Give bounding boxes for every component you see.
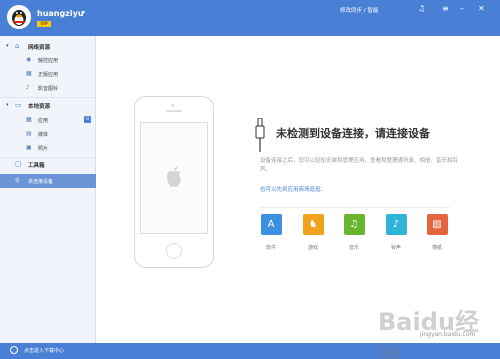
username[interactable]: huangziyu xyxy=(37,9,84,18)
music-disc-icon[interactable]: ♫ xyxy=(343,214,365,235)
sidebar-item-photos[interactable]: ▣ 照片 xyxy=(0,142,96,154)
phone-camera xyxy=(171,104,174,107)
home-icon: ⌂ xyxy=(15,42,20,50)
sidebar: ▾ ⌂ 网络资源 ◉ 触控应用 ▦ 正版应用 ♪ 影音图铃 ▾ ▭ 本地资源 ▦… xyxy=(0,36,96,346)
picture-icon[interactable]: ▨ xyxy=(426,214,448,235)
chevron-down-icon[interactable]: ▾ xyxy=(82,9,85,16)
usb-icon: ⚲ xyxy=(15,177,20,184)
download-icon xyxy=(10,346,18,354)
music-note-icon: ♪ xyxy=(26,84,30,91)
apple-logo-icon xyxy=(167,166,181,187)
phone-home-button xyxy=(166,243,182,259)
photo-icon: ▣ xyxy=(26,144,32,151)
sidebar-item-genuine-apps[interactable]: ▦ 正版应用 xyxy=(0,68,96,80)
sidebar-section-label: 工具箱 xyxy=(28,163,45,169)
category-label: 音乐 xyxy=(348,245,359,251)
status-headline: 未检测到设备连接，请连接设备 xyxy=(276,127,430,140)
category-software[interactable]: A 软件 xyxy=(258,214,284,251)
sidebar-item-label: 媒体 xyxy=(38,132,49,138)
sidebar-item-media[interactable]: ♪ 影音图铃 xyxy=(0,82,96,94)
touch-app-icon: ◉ xyxy=(26,56,32,63)
category-label: 游戏 xyxy=(307,245,318,251)
category-ringtones[interactable]: ♪ 铃声 xyxy=(383,214,409,251)
collapse-arrow-icon[interactable]: ▾ xyxy=(6,43,9,49)
usb-cable-icon xyxy=(255,118,265,152)
monitor-icon: ▭ xyxy=(15,101,22,109)
divider xyxy=(260,207,450,208)
sidebar-section-label: 本地资源 xyxy=(28,104,51,110)
avatar[interactable] xyxy=(7,5,31,29)
download-center-label[interactable]: 点击进入下载中心 xyxy=(24,347,64,354)
sidebar-item-label: 正版应用 xyxy=(38,72,59,78)
watermark-url: jingyan.baidu.com xyxy=(420,331,476,338)
sidebar-item-label: 应用 xyxy=(38,118,49,124)
sidebar-item-label: 影音图铃 xyxy=(38,86,59,92)
sync-link[interactable]: 修改同步 / 智能 xyxy=(340,6,378,14)
app-grid-icon: ▦ xyxy=(26,116,32,123)
category-label: 墙纸 xyxy=(431,245,442,251)
title-bar: huangziyu ▾ VIP 修改同步 / 智能 ♫ ≡ – ✕ xyxy=(0,0,500,36)
qq-penguin-icon xyxy=(7,5,31,29)
menu-icon[interactable]: ≡ xyxy=(442,4,449,14)
sidebar-item-device[interactable]: ⚲ 未连接设备 xyxy=(0,174,96,188)
sidebar-section-toolbox[interactable]: ▢ 工具箱 xyxy=(0,158,96,170)
film-icon: ▤ xyxy=(26,130,32,137)
chess-knight-icon[interactable]: ♞ xyxy=(302,214,324,235)
music-note-icon[interactable]: ♫ xyxy=(418,4,425,14)
app-store-icon[interactable]: A xyxy=(260,214,282,235)
sidebar-item-touch-apps[interactable]: ◉ 触控应用 xyxy=(0,54,96,66)
sidebar-item-media-local[interactable]: ▤ 媒体 xyxy=(0,128,96,140)
bell-icon[interactable]: ♪ xyxy=(385,214,407,235)
minimize-icon[interactable]: – xyxy=(460,4,464,14)
sidebar-section-network[interactable]: ▾ ⌂ 网络资源 xyxy=(0,40,96,52)
store-hint-link[interactable]: 也可以先到应用商场逛逛： xyxy=(260,185,326,193)
sidebar-item-apps[interactable]: ▦ 应用 0 xyxy=(0,114,96,126)
description-text: 设备连接之后，您可以轻松安装和管理应用，查看和整理通讯录、相册、音乐和铃声。 xyxy=(260,158,459,173)
sidebar-item-label: 未连接设备 xyxy=(28,179,54,185)
category-wallpapers[interactable]: ▨ 墙纸 xyxy=(424,214,450,251)
category-label: 铃声 xyxy=(390,245,401,251)
sidebar-item-label: 照片 xyxy=(38,146,49,152)
app-grid-icon: ▦ xyxy=(26,70,32,77)
collapse-arrow-icon[interactable]: ▾ xyxy=(6,102,9,108)
category-music[interactable]: ♫ 音乐 xyxy=(341,214,367,251)
sidebar-section-label: 网络资源 xyxy=(28,45,51,51)
category-label: 软件 xyxy=(265,245,276,251)
close-icon[interactable]: ✕ xyxy=(478,4,485,14)
vip-badge: VIP xyxy=(37,21,51,27)
count-badge: 0 xyxy=(84,116,91,123)
toolbox-icon: ▢ xyxy=(15,160,22,168)
sidebar-section-local[interactable]: ▾ ▭ 本地资源 xyxy=(0,99,96,111)
phone-speaker xyxy=(166,110,182,112)
category-games[interactable]: ♞ 游戏 xyxy=(300,214,326,251)
sidebar-item-label: 触控应用 xyxy=(38,58,59,64)
divider xyxy=(0,97,96,98)
